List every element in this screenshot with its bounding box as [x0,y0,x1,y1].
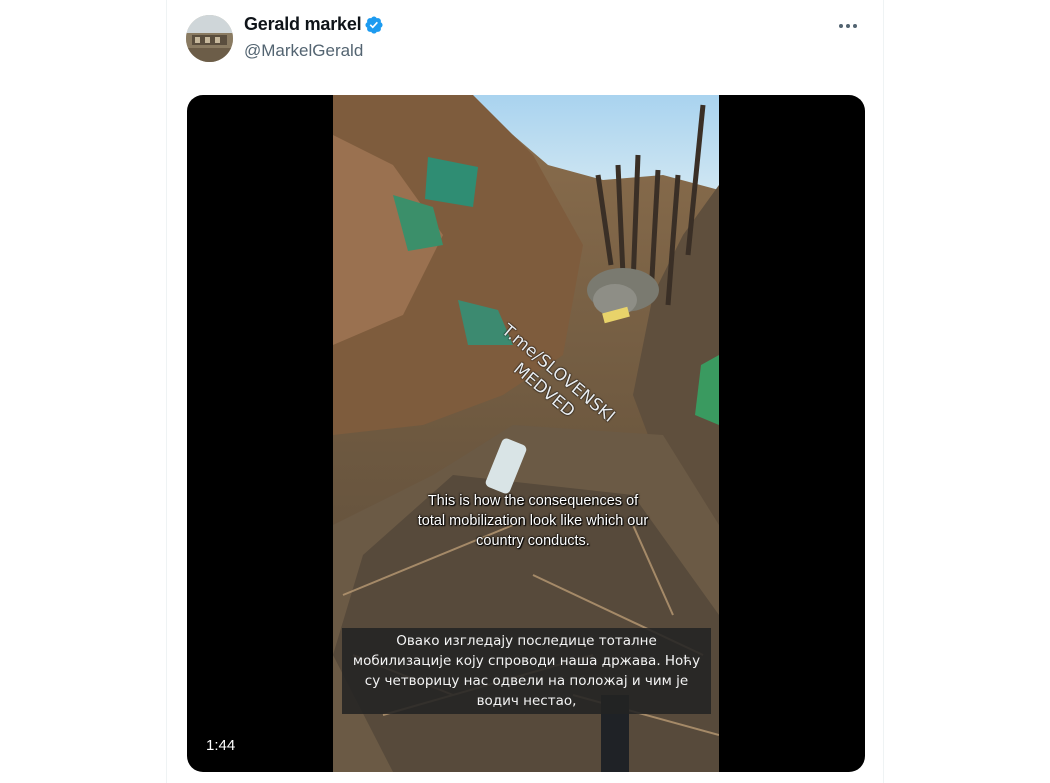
video-subtitle-serbian: Овако изгледају последице тоталне мобили… [342,628,711,714]
tweet-card: Gerald markel @MarkelGerald T.me/SLOVENS… [166,0,884,783]
author-display-name[interactable]: Gerald markel [244,14,362,35]
verified-badge-icon[interactable] [364,15,384,35]
video-player[interactable]: T.me/SLOVENSKI MEDVED This is how the co… [187,95,865,772]
video-subtitle-english: This is how the consequences of total mo… [417,493,649,549]
video-frame[interactable]: T.me/SLOVENSKI MEDVED This is how the co… [333,95,719,772]
more-options-button[interactable] [833,14,863,38]
author-handle[interactable]: @MarkelGerald [244,41,363,61]
video-duration: 1:44 [206,737,236,754]
more-dots-icon [839,24,857,28]
avatar[interactable] [186,15,233,62]
author-name-row[interactable]: Gerald markel [244,14,384,35]
